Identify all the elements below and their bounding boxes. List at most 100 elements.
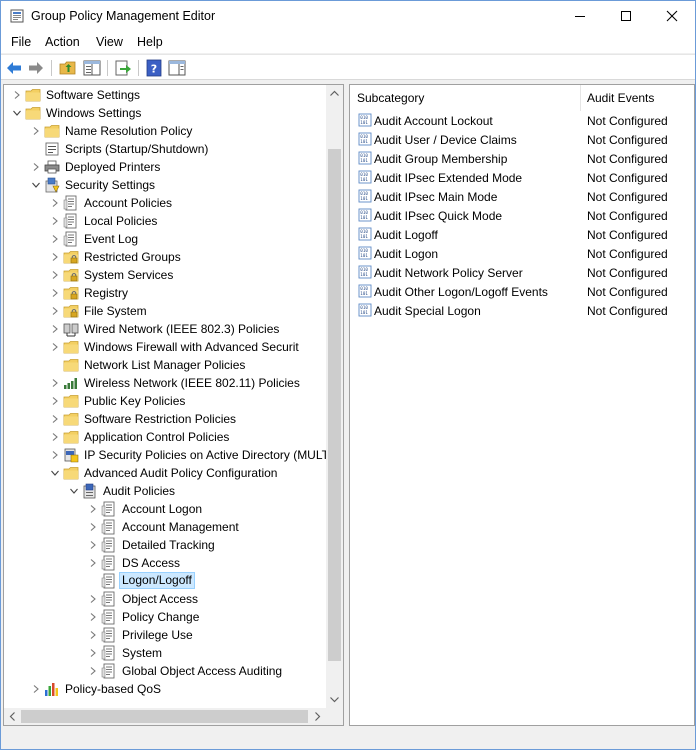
menu-help[interactable]: Help: [137, 35, 163, 49]
chevron-right-icon[interactable]: [49, 215, 61, 227]
result-pane[interactable]: Subcategory Audit Events 010 101 Audit Acc…: [349, 84, 695, 726]
chevron-right-icon[interactable]: [49, 233, 61, 245]
list-item[interactable]: 010 101 Audit Special Logon Not Configured: [350, 301, 694, 320]
tree-item[interactable]: Detailed Tracking: [4, 536, 334, 554]
chevron-right-icon[interactable]: [30, 683, 42, 695]
chevron-right-icon[interactable]: [30, 125, 42, 137]
tree-item[interactable]: Software Settings: [4, 86, 334, 104]
column-divider[interactable]: [580, 85, 581, 111]
forward-arrow-icon[interactable]: [27, 59, 45, 77]
tree-item[interactable]: Local Policies: [4, 212, 334, 230]
export-list-icon[interactable]: [114, 59, 132, 77]
title-bar[interactable]: Group Policy Management Editor: [1, 1, 695, 31]
tree-item[interactable]: Security Settings: [4, 176, 334, 194]
chevron-right-icon[interactable]: [49, 431, 61, 443]
list-item[interactable]: 010 101 Audit Logon Not Configured: [350, 244, 694, 263]
chevron-right-icon[interactable]: [49, 269, 61, 281]
tree-item[interactable]: Wired Network (IEEE 802.3) Policies: [4, 320, 334, 338]
tree-item[interactable]: Policy Change: [4, 608, 334, 626]
tree-item[interactable]: Scripts (Startup/Shutdown): [4, 140, 334, 158]
chevron-right-icon[interactable]: [11, 89, 23, 101]
chevron-right-icon[interactable]: [49, 287, 61, 299]
chevron-right-icon[interactable]: [87, 647, 99, 659]
up-folder-icon[interactable]: [59, 59, 77, 77]
chevron-down-icon[interactable]: [49, 467, 61, 479]
list-item[interactable]: 010 101 Audit Network Policy Server Not Con…: [350, 263, 694, 282]
chevron-right-icon[interactable]: [87, 593, 99, 605]
chevron-right-icon[interactable]: [87, 629, 99, 641]
tree-item[interactable]: IP Security Policies on Active Directory…: [4, 446, 334, 464]
scroll-left-arrow-icon[interactable]: [4, 708, 21, 725]
list-item[interactable]: 010 101 Audit User / Device Claims Not Conf…: [350, 130, 694, 149]
list-item[interactable]: 010 101 Audit IPsec Main Mode Not Configure…: [350, 187, 694, 206]
chevron-right-icon[interactable]: [87, 521, 99, 533]
chevron-right-icon[interactable]: [30, 161, 42, 173]
tree-item[interactable]: Wireless Network (IEEE 802.11) Policies: [4, 374, 334, 392]
chevron-down-icon[interactable]: [11, 107, 23, 119]
list-item[interactable]: 010 101 Audit Other Logon/Logoff Events Not…: [350, 282, 694, 301]
scroll-thumb[interactable]: [328, 149, 341, 661]
tree-item[interactable]: Global Object Access Auditing: [4, 662, 334, 680]
tree-item[interactable]: Policy-based QoS: [4, 680, 334, 698]
tree-item[interactable]: File System: [4, 302, 334, 320]
tree-item[interactable]: Windows Settings: [4, 104, 334, 122]
tree-item[interactable]: Account Policies: [4, 194, 334, 212]
list-item[interactable]: 010 101 Audit Group Membership Not Configur…: [350, 149, 694, 168]
chevron-right-icon[interactable]: [49, 323, 61, 335]
tree-item[interactable]: Account Logon: [4, 500, 334, 518]
tree-item[interactable]: Account Management: [4, 518, 334, 536]
tree-item[interactable]: System: [4, 644, 334, 662]
menu-view[interactable]: View: [96, 35, 123, 49]
console-tree[interactable]: Software Settings Windows Settings Name Re…: [3, 84, 344, 726]
chevron-right-icon[interactable]: [49, 377, 61, 389]
chevron-right-icon[interactable]: [49, 449, 61, 461]
chevron-right-icon[interactable]: [87, 539, 99, 551]
close-button[interactable]: [649, 1, 695, 31]
list-item[interactable]: 010 101 Audit IPsec Quick Mode Not Configur…: [350, 206, 694, 225]
help-icon[interactable]: ?: [145, 59, 163, 77]
minimize-button[interactable]: [557, 1, 603, 31]
chevron-down-icon[interactable]: [68, 485, 80, 497]
chevron-right-icon[interactable]: [49, 341, 61, 353]
show-hide-console-tree-icon[interactable]: [83, 59, 101, 77]
scroll-down-arrow-icon[interactable]: [326, 691, 343, 708]
tree-item[interactable]: Public Key Policies: [4, 392, 334, 410]
tree-item[interactable]: Logon/Logoff: [4, 572, 334, 590]
chevron-down-icon[interactable]: [30, 179, 42, 191]
tree-item[interactable]: Network List Manager Policies: [4, 356, 334, 374]
list-item[interactable]: 010 101 Audit Logoff Not Configured: [350, 225, 694, 244]
scroll-right-arrow-icon[interactable]: [309, 708, 326, 725]
tree-item[interactable]: Software Restriction Policies: [4, 410, 334, 428]
list-item[interactable]: 010 101 Audit Account Lockout Not Configure…: [350, 111, 694, 130]
tree-item[interactable]: Registry: [4, 284, 334, 302]
chevron-right-icon[interactable]: [49, 395, 61, 407]
tree-horizontal-scrollbar[interactable]: [4, 708, 326, 725]
chevron-right-icon[interactable]: [87, 503, 99, 515]
scroll-up-arrow-icon[interactable]: [326, 85, 343, 102]
tree-item[interactable]: Windows Firewall with Advanced Securit: [4, 338, 334, 356]
tree-item[interactable]: Privilege Use: [4, 626, 334, 644]
show-hide-action-pane-icon[interactable]: [168, 59, 186, 77]
menu-file[interactable]: File: [11, 35, 31, 49]
chevron-right-icon[interactable]: [49, 251, 61, 263]
tree-item[interactable]: Audit Policies: [4, 482, 334, 500]
column-header-audit-events[interactable]: Audit Events: [587, 85, 654, 111]
column-header-subcategory[interactable]: Subcategory: [357, 85, 424, 111]
tree-vertical-scrollbar[interactable]: [326, 85, 343, 708]
tree-item[interactable]: Application Control Policies: [4, 428, 334, 446]
tree-item[interactable]: Restricted Groups: [4, 248, 334, 266]
tree-item[interactable]: DS Access: [4, 554, 334, 572]
maximize-button[interactable]: [603, 1, 649, 31]
chevron-right-icon[interactable]: [49, 305, 61, 317]
chevron-right-icon[interactable]: [87, 665, 99, 677]
tree-item[interactable]: Advanced Audit Policy Configuration: [4, 464, 334, 482]
chevron-right-icon[interactable]: [87, 557, 99, 569]
tree-item[interactable]: Object Access: [4, 590, 334, 608]
menu-action[interactable]: Action: [45, 35, 80, 49]
list-item[interactable]: 010 101 Audit IPsec Extended Mode Not Confi…: [350, 168, 694, 187]
tree-item[interactable]: System Services: [4, 266, 334, 284]
chevron-right-icon[interactable]: [49, 413, 61, 425]
chevron-right-icon[interactable]: [49, 197, 61, 209]
back-arrow-icon[interactable]: [5, 59, 23, 77]
tree-item[interactable]: Name Resolution Policy: [4, 122, 334, 140]
